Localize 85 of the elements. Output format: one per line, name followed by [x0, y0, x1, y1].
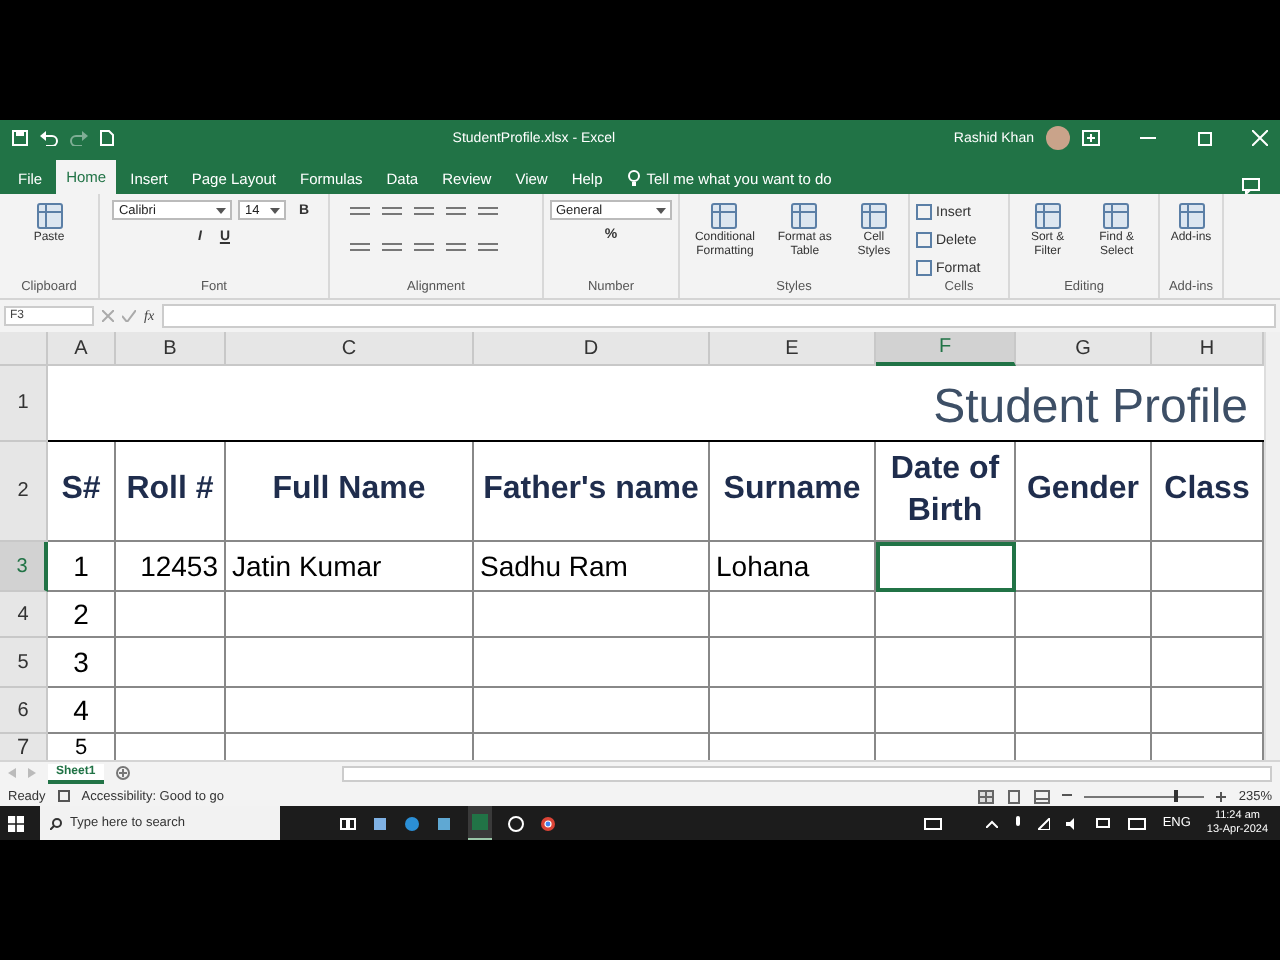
table-cell: 1 — [48, 542, 116, 592]
zoom-in-icon[interactable] — [1216, 791, 1227, 801]
column-heading: Roll # — [116, 442, 226, 542]
ribbon-command-icon — [1102, 202, 1131, 230]
table-cell — [1016, 688, 1152, 734]
comment-icon[interactable] — [1242, 178, 1260, 194]
normal-view-icon[interactable] — [978, 789, 995, 803]
table-cell — [876, 638, 1016, 688]
app-icon[interactable] — [436, 815, 452, 831]
column-header[interactable]: G — [1016, 332, 1152, 366]
table-cell: 4 — [48, 688, 116, 734]
table-cell — [1016, 542, 1152, 592]
battery-icon[interactable] — [1096, 818, 1113, 828]
column-heading: Date of Birth — [876, 442, 1016, 542]
slider-thumb[interactable] — [1174, 790, 1179, 802]
column-heading: Full Name — [226, 442, 474, 542]
column-heading: Gender — [1016, 442, 1152, 542]
ribbon-command-icon — [35, 202, 63, 230]
page-break-icon[interactable] — [1034, 789, 1051, 803]
app-icon[interactable] — [372, 815, 388, 831]
table-cell: 2 — [48, 592, 116, 638]
network-icon[interactable] — [1038, 817, 1051, 829]
task-view-icon[interactable] — [340, 815, 356, 831]
avatar — [1046, 126, 1070, 150]
ribbon-display-icon[interactable] — [1082, 130, 1100, 146]
ribbon-command-icon — [1177, 202, 1205, 230]
ribbon-command-icon — [790, 202, 819, 230]
lightbulb-icon[interactable] — [628, 169, 641, 187]
table-cell: Lohana — [710, 542, 876, 592]
table-cell — [1016, 638, 1152, 688]
row-header[interactable]: 7 — [0, 734, 48, 760]
table-cell: Jatin Kumar — [226, 542, 474, 592]
row-header[interactable]: 4 — [0, 592, 48, 638]
table-cell — [1016, 592, 1152, 638]
ribbon-command-icon — [710, 202, 739, 230]
row-header[interactable]: 5 — [0, 638, 48, 688]
save-icon[interactable] — [12, 130, 28, 146]
table-cell — [116, 638, 226, 688]
column-header[interactable]: B — [116, 332, 226, 366]
add-sheet-icon[interactable] — [115, 766, 130, 780]
table-cell — [876, 688, 1016, 734]
column-header[interactable]: F — [876, 332, 1016, 366]
keyboard-icon[interactable] — [1128, 817, 1147, 829]
close-icon[interactable] — [1252, 130, 1268, 146]
spreadsheet-app-icon[interactable] — [468, 806, 492, 840]
dropdown-arrow-icon[interactable] — [270, 207, 281, 213]
undo-icon[interactable] — [40, 130, 58, 146]
ribbon-command-icon — [1033, 202, 1062, 230]
dropdown-arrow-icon[interactable] — [216, 207, 227, 213]
table-cell: 3 — [48, 638, 116, 688]
row-header[interactable]: 2 — [0, 442, 48, 542]
search-icon — [50, 817, 62, 829]
table-cell — [876, 592, 1016, 638]
windows-logo-icon[interactable] — [8, 815, 24, 831]
ribbon-command-icon — [859, 202, 888, 230]
zoom-out-icon[interactable] — [1062, 789, 1073, 799]
sheet-title: Student Profile — [48, 366, 1264, 442]
column-header[interactable]: E — [710, 332, 876, 366]
selected-cell[interactable] — [876, 542, 1016, 592]
column-header[interactable]: C — [226, 332, 474, 366]
keyboard-icon[interactable] — [924, 817, 943, 829]
formula-input[interactable] — [162, 304, 1276, 328]
vertical-scrollbar[interactable] — [1264, 332, 1280, 760]
browser-icon[interactable] — [404, 815, 420, 831]
column-header[interactable]: H — [1152, 332, 1264, 366]
table-cell — [116, 592, 226, 638]
horizontal-scrollbar[interactable] — [341, 765, 1272, 781]
maximize-icon[interactable] — [1196, 130, 1212, 146]
table-cell — [116, 688, 226, 734]
row-header[interactable]: 1 — [0, 366, 48, 442]
column-header[interactable]: A — [48, 332, 116, 366]
table-cell: Sadhu Ram — [474, 542, 710, 592]
row-header[interactable]: 3 — [0, 542, 48, 592]
new-document-icon[interactable] — [100, 130, 114, 146]
zoom-slider[interactable] — [1084, 790, 1205, 802]
column-header[interactable]: D — [474, 332, 710, 366]
page-layout-icon[interactable] — [1006, 789, 1023, 803]
dropdown-arrow-icon[interactable] — [656, 207, 666, 213]
column-heading: Surname — [710, 442, 876, 542]
chevron-up-icon[interactable] — [986, 819, 999, 827]
row-header[interactable]: 6 — [0, 688, 48, 734]
macro-icon — [57, 790, 70, 802]
table-cell: 12453 — [116, 542, 226, 592]
column-heading: Father's name — [474, 442, 710, 542]
column-heading: S# — [48, 442, 116, 542]
